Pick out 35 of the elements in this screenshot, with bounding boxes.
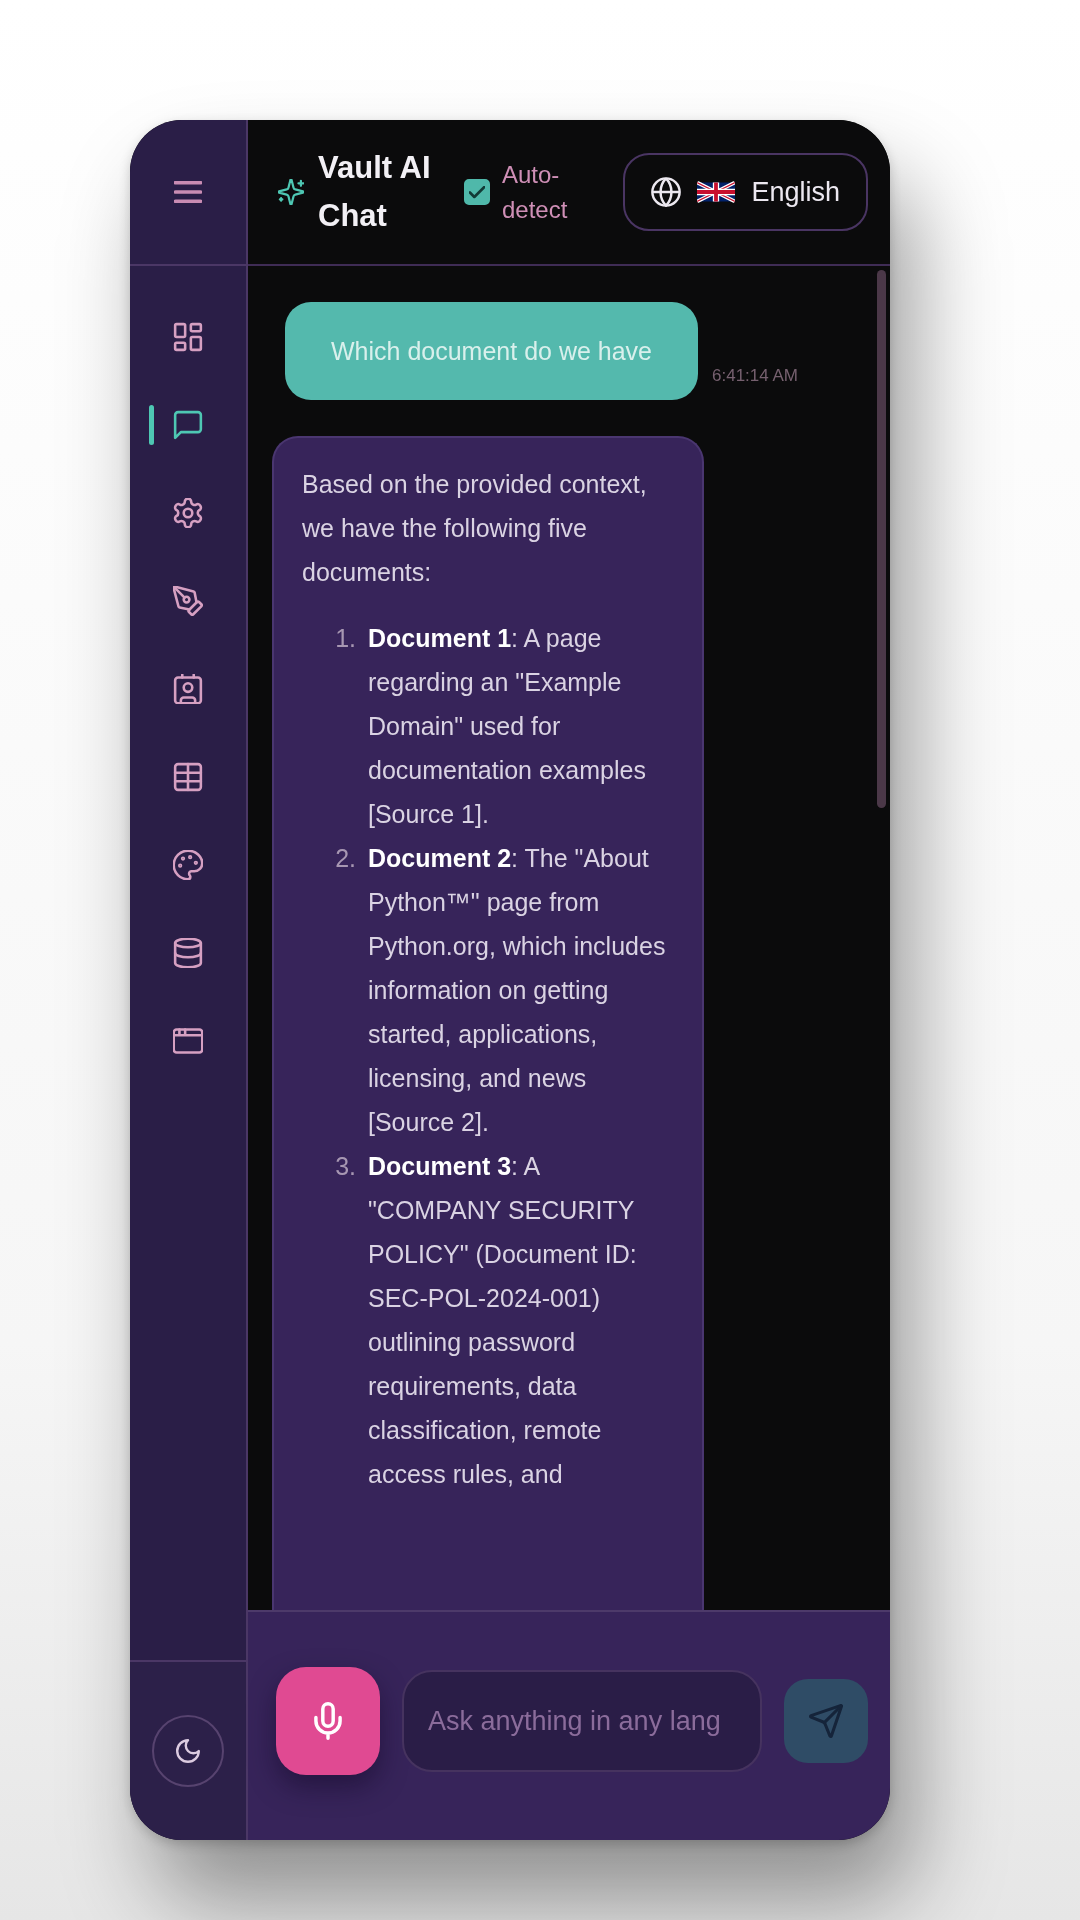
flag-icon [697, 181, 736, 203]
database-icon [173, 938, 203, 968]
list-number: 1. [334, 623, 356, 654]
list-number: 2. [334, 843, 356, 874]
list-item-text: Document 1: A page regarding an "Example Domain" used for documentation examples [Source 1]. [368, 623, 647, 830]
browser-window-icon [173, 1026, 203, 1056]
auto-detect-label: Auto-detect [502, 160, 569, 225]
menu-icon [174, 181, 202, 203]
list-item-text: Document 2: The "About Python™" page from Python.org, which includes information on getting started, applications, licensing, and news [Source 2]. [368, 843, 667, 1138]
palette-icon [173, 850, 203, 880]
user-message-bubble: Which document do we have [285, 302, 698, 400]
checkmark-icon [469, 185, 485, 199]
auto-detect-checkbox[interactable] [464, 179, 490, 205]
chat-bubble-icon [173, 410, 203, 440]
table-icon [173, 762, 203, 792]
list-number: 3. [334, 1151, 356, 1182]
send-icon [809, 1704, 843, 1738]
theme-toggle-button[interactable] [152, 1715, 224, 1787]
language-button[interactable]: English [623, 153, 868, 231]
pen-nib-icon [173, 586, 203, 616]
message-input[interactable]: Ask anything in any lang [402, 1670, 762, 1772]
message-timestamp: 6:41:14 AM [712, 366, 799, 386]
active-indicator-icon [149, 405, 154, 445]
contact-card-icon [173, 674, 203, 704]
settings-icon [173, 498, 203, 528]
list-item-text: Document 3: A "COMPANY SECURITY POLICY" (Document ID: SEC-POL-2024-001) outlining password requirements, data classification, remote access rules, and [368, 1151, 638, 1490]
microphone-button[interactable] [276, 1667, 380, 1775]
globe-icon [651, 177, 682, 207]
moon-icon [176, 1739, 200, 1763]
sparkle-icon [278, 179, 304, 205]
app-title: Vault AI Chat [318, 149, 432, 235]
message-text: Based on the provided context, we have the following five documents: [302, 469, 648, 588]
scrollbar-thumb[interactable] [877, 270, 886, 808]
microphone-icon [314, 1702, 342, 1740]
dashboard-grid-icon [173, 322, 203, 352]
